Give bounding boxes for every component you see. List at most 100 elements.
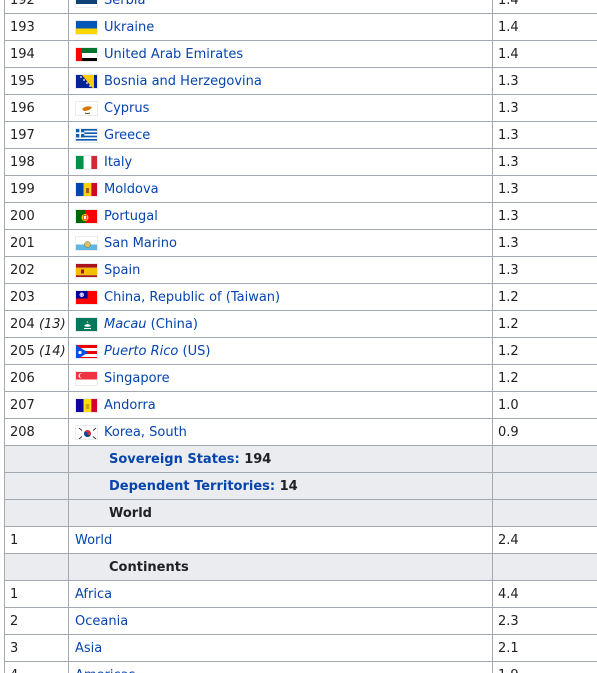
rate-cell: 1.3 — [492, 202, 597, 230]
rank-value: 206 — [10, 370, 35, 386]
dependent-count: 14 — [279, 478, 298, 494]
rate-cell: 1.3 — [492, 229, 597, 257]
secondary-rank: (14) — [38, 343, 66, 359]
country-link[interactable]: San Marino — [104, 236, 177, 251]
group-rank-cell — [4, 553, 69, 581]
country-link[interactable]: Ukraine — [104, 20, 154, 35]
rank-value: 1 — [10, 586, 19, 602]
country-cell: Korea, South — [68, 418, 493, 446]
rate-value: 1.3 — [498, 235, 519, 251]
country-link[interactable]: Andorra — [104, 398, 156, 413]
table-viewport: 192 Serbia 1.4 193 Ukraine 1.4 194 United Arab … — [0, 0, 597, 673]
rate-value: 2.1 — [498, 640, 519, 656]
rank-cell: 200 — [4, 202, 69, 230]
country-link[interactable]: Spain — [104, 263, 140, 278]
rank-value: 203 — [10, 289, 35, 305]
rate-value: 1.2 — [498, 316, 519, 332]
rank-value: 197 — [10, 127, 35, 143]
country-cell: World — [68, 526, 493, 554]
country-link[interactable]: Puerto Rico — [104, 344, 178, 359]
table-row: 206 Singapore 1.2 — [4, 364, 597, 392]
group-title-cell: Sovereign States: 194 — [68, 445, 493, 473]
rate-value: 1.9 — [498, 668, 519, 673]
country-cell: Singapore — [68, 364, 493, 392]
table-row: 199 Moldova 1.3 — [4, 175, 597, 203]
country-cell: China, Republic of (Taiwan) — [68, 283, 493, 311]
country-link[interactable]: Macau — [104, 317, 147, 332]
group-rank-cell — [4, 445, 69, 473]
rate-value: 1.3 — [498, 100, 519, 116]
country-cell: United Arab Emirates — [68, 40, 493, 68]
rank-value: 2 — [10, 613, 19, 629]
country-link[interactable]: China, Republic of (Taiwan) — [104, 290, 280, 305]
rank-value: 207 — [10, 397, 35, 413]
sovereign-label[interactable]: Sovereign States: — [109, 452, 240, 467]
country-cell: Andorra — [68, 391, 493, 419]
rank-cell: 208 — [4, 418, 69, 446]
rank-cell: 205 (14) — [4, 337, 69, 365]
rate-cell: 1.2 — [492, 310, 597, 338]
country-link[interactable]: Bosnia and Herzegovina — [104, 74, 262, 89]
country-link[interactable]: Korea, South — [104, 425, 187, 440]
summary-row-dependent: Dependent Territories: 14 — [4, 472, 597, 500]
flag-uae-icon — [75, 46, 98, 62]
country-cell: Macau (China) — [68, 310, 493, 338]
rank-cell: 194 — [4, 40, 69, 68]
country-link[interactable]: Moldova — [104, 182, 159, 197]
table-row: 198 Italy 1.3 — [4, 148, 597, 176]
country-cell: Italy — [68, 148, 493, 176]
rank-value: 200 — [10, 208, 35, 224]
table-row: 195 Bosnia and Herzegovina 1.3 — [4, 67, 597, 95]
group-value-cell — [492, 472, 597, 500]
country-link[interactable]: United Arab Emirates — [104, 47, 243, 62]
country-link[interactable]: Oceania — [75, 614, 128, 629]
rate-cell: 2.1 — [492, 634, 597, 662]
table-row: 207 Andorra 1.0 — [4, 391, 597, 419]
rank-value: 192 — [10, 0, 35, 8]
country-link[interactable]: Cyprus — [104, 101, 149, 116]
rank-cell: 199 — [4, 175, 69, 203]
country-link[interactable]: Africa — [75, 587, 112, 602]
country-link[interactable]: Americas — [75, 668, 135, 673]
table-row: 193 Ukraine 1.4 — [4, 13, 597, 41]
country-link[interactable]: Italy — [104, 155, 132, 170]
group-value-cell — [492, 499, 597, 527]
table-row: 1 Africa 4.4 — [4, 580, 597, 608]
secondary-rank: (13) — [38, 316, 66, 332]
table-row: 202 Spain 1.3 — [4, 256, 597, 284]
rate-cell: 1.4 — [492, 0, 597, 14]
table-row: 2 Oceania 2.3 — [4, 607, 597, 635]
rank-value: 199 — [10, 181, 35, 197]
sovereignty-note: (China) — [146, 316, 198, 332]
country-cell: Americas — [68, 661, 493, 673]
rate-cell: 4.4 — [492, 580, 597, 608]
country-link[interactable]: Asia — [75, 641, 102, 656]
rate-cell: 1.2 — [492, 364, 597, 392]
rank-cell: 193 — [4, 13, 69, 41]
country-link[interactable]: Singapore — [104, 371, 170, 386]
section-header-continents: Continents — [4, 553, 597, 581]
country-cell: Greece — [68, 121, 493, 149]
rate-cell: 1.3 — [492, 94, 597, 122]
rank-cell: 4 — [4, 661, 69, 673]
country-cell: Oceania — [68, 607, 493, 635]
table-row: 194 United Arab Emirates 1.4 — [4, 40, 597, 68]
rank-cell: 198 — [4, 148, 69, 176]
rate-value: 1.3 — [498, 154, 519, 170]
dependent-label[interactable]: Dependent Territories: — [109, 479, 275, 494]
country-link[interactable]: Portugal — [104, 209, 158, 224]
sovereign-count: 194 — [244, 451, 272, 467]
flag-portugal-icon — [75, 208, 98, 224]
country-cell: Spain — [68, 256, 493, 284]
country-link[interactable]: Greece — [104, 128, 150, 143]
table-row: 4 Americas 1.9 — [4, 661, 597, 673]
rate-cell: 1.3 — [492, 148, 597, 176]
country-link[interactable]: Serbia — [104, 0, 145, 8]
rate-value: 1.3 — [498, 181, 519, 197]
country-link[interactable]: World — [75, 533, 112, 548]
flag-andorra-icon — [75, 397, 98, 413]
rate-value: 4.4 — [498, 586, 519, 602]
table-row: 201 San Marino 1.3 — [4, 229, 597, 257]
rate-value: 0.9 — [498, 424, 519, 440]
flag-puerto-rico-icon — [75, 343, 98, 359]
